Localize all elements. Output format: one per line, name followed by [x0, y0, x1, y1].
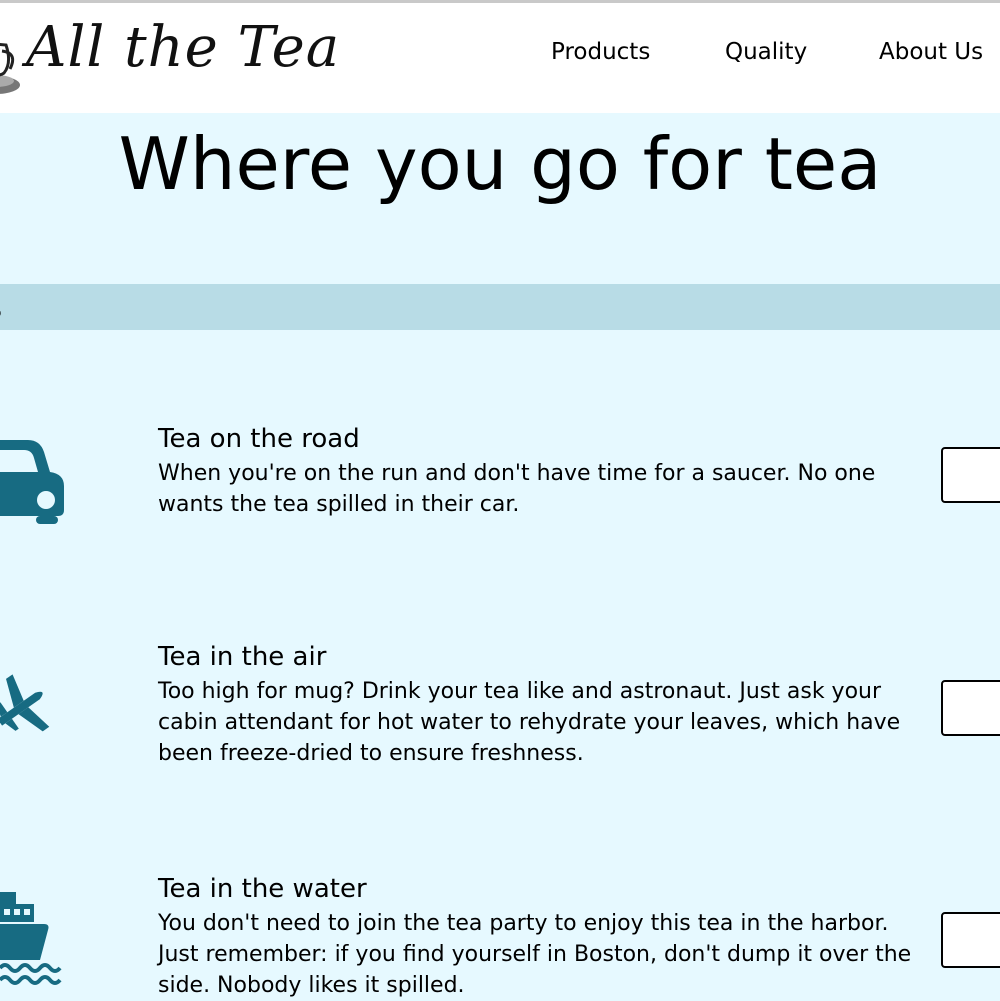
nav-about-us[interactable]: About Us	[879, 39, 983, 79]
product-title: Tea on the road	[158, 424, 360, 454]
product-action-button[interactable]	[941, 447, 1000, 503]
product-title: Tea in the water	[158, 874, 367, 904]
nav-products[interactable]: Products	[551, 39, 650, 79]
ship-icon	[0, 892, 62, 985]
product-description: When you're on the run and don't have ti…	[158, 461, 876, 517]
site-header: All the Tea Products Quality About Us	[0, 3, 1000, 113]
logo-text: All the Tea	[26, 15, 341, 80]
product-title: Tea in the air	[158, 642, 327, 672]
product-description: Too high for mug? Drink your tea like an…	[158, 679, 901, 766]
product-action-button[interactable]	[941, 680, 1000, 736]
product-action-button[interactable]	[941, 912, 1000, 968]
logo-link[interactable]: All the Tea	[0, 13, 339, 103]
airplane-icon	[0, 674, 50, 732]
car-icon	[0, 440, 64, 524]
section-header-bar: ts	[0, 284, 1000, 330]
hero-title: Where you go for tea	[118, 122, 882, 206]
section-title: ts	[0, 288, 2, 326]
nav-quality[interactable]: Quality	[725, 39, 807, 79]
product-description: You don't need to join the tea party to …	[158, 911, 912, 998]
